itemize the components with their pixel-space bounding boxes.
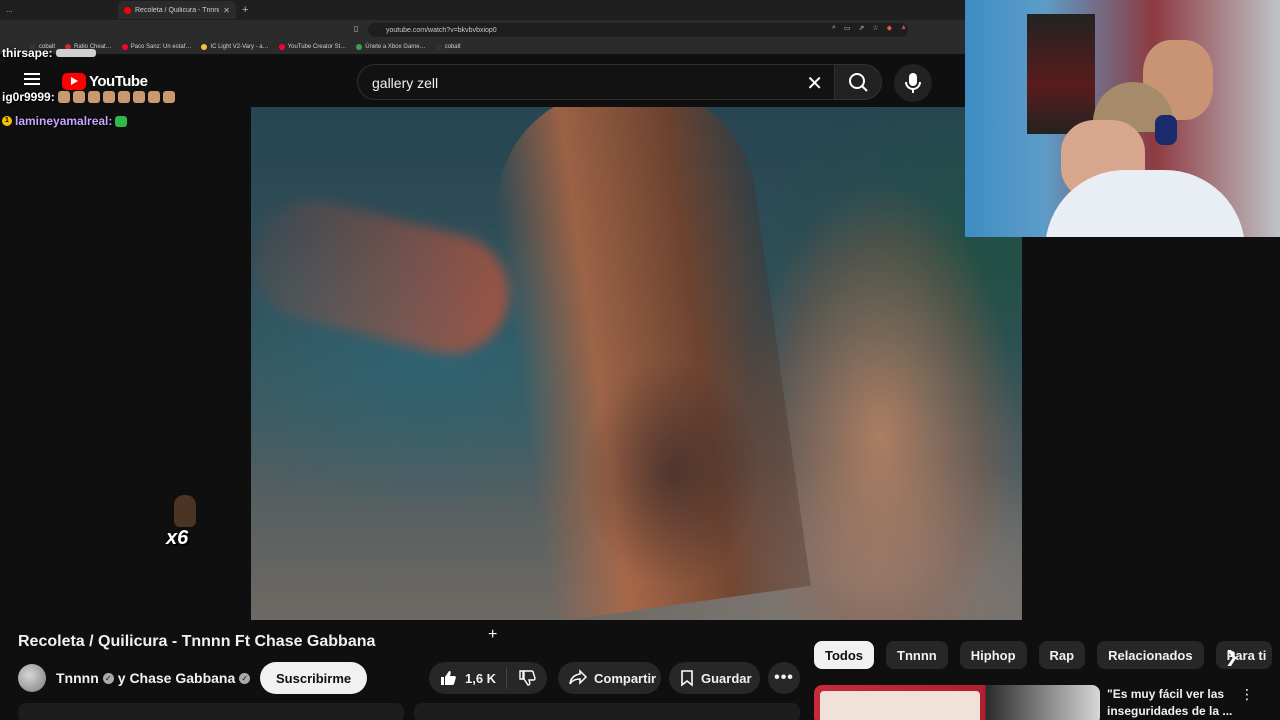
bookmark-save-icon: [681, 670, 693, 687]
screen: … Recoleta / Quilicura - Tnnnn ✕ + ▯ you…: [0, 0, 1280, 720]
channel-name-group[interactable]: Tnnnn ✓ y Chase Gabbana ✓: [56, 670, 251, 686]
chat-emote-icon: [102, 91, 115, 103]
cast-icon[interactable]: ▭: [844, 24, 851, 32]
streamer-webcam: [965, 0, 1280, 237]
share-arrow-icon: [569, 669, 588, 685]
bookmark-item[interactable]: cobalt: [435, 43, 461, 50]
thumbs-up-icon: [441, 671, 456, 685]
video-frame-hand: [251, 187, 522, 367]
like-button[interactable]: 1,6 K: [429, 667, 507, 689]
comments-panel[interactable]: [414, 703, 800, 720]
emote-combo-count: x6: [166, 527, 189, 549]
wall-poster: [1027, 14, 1095, 134]
recommendation-chips: Todos Tnnnn Hiphop Rap Relacionados Para ti: [814, 641, 1272, 669]
bookmark-label: YouTube Creator St…: [287, 43, 347, 50]
bookmark-label: Únete a Xbox Game…: [365, 43, 426, 50]
chat-username: lamineyamalreal:: [15, 114, 113, 128]
star-icon[interactable]: ☆: [872, 24, 878, 32]
chat-emote-icon: [72, 91, 85, 103]
bookmark-item[interactable]: YouTube Creator St…: [278, 43, 347, 50]
vertical-dots-icon[interactable]: ⋮: [1240, 686, 1254, 703]
below-panels: [18, 703, 800, 720]
address-tools: ⌕ ▭ ⇗ ☆ ◆ ▲: [832, 24, 907, 32]
verified-icon: ✓: [102, 672, 114, 684]
chat-emote-icon: [57, 91, 70, 103]
bookmark-item[interactable]: Únete a Xbox Game…: [356, 43, 426, 50]
search-box[interactable]: gallery zell ✕: [357, 64, 835, 100]
chat-emote-icon: [147, 91, 160, 103]
like-count: 1,6 K: [465, 670, 497, 686]
chat-message: thirsape:: [2, 46, 96, 60]
emote-combo: x6: [160, 495, 204, 555]
sub-badge-icon: 1: [2, 116, 12, 126]
recommended-title[interactable]: "Es muy fácil ver las inseguridades de l…: [1107, 686, 1237, 720]
extension-icon[interactable]: ◆: [887, 24, 892, 32]
more-actions-button[interactable]: •••: [768, 662, 800, 694]
thumbnail-art: [820, 691, 980, 720]
subscribe-button[interactable]: Suscribirme: [260, 662, 368, 694]
chat-message: 1 lamineyamalreal:: [2, 114, 128, 128]
thumbs-down-icon: [519, 670, 536, 686]
channel-join[interactable]: y Chase Gabbana: [118, 670, 236, 686]
chat-emote-icon: [162, 91, 175, 103]
chip-tnnnn[interactable]: Tnnnn: [886, 641, 948, 669]
save-button[interactable]: Guardar: [669, 662, 760, 694]
chat-username: thirsape:: [2, 46, 53, 60]
more-icon: •••: [774, 669, 794, 686]
share-button[interactable]: Compartir: [558, 662, 661, 694]
verified-icon: ✓: [239, 672, 251, 684]
chat-emote-icon: [132, 91, 145, 103]
channel-name[interactable]: Tnnnn: [56, 670, 99, 686]
clear-search-icon[interactable]: ✕: [806, 71, 823, 96]
chat-username: ig0r9999:: [2, 90, 55, 104]
microphone-icon: [905, 73, 921, 93]
channel-avatar[interactable]: [18, 664, 46, 692]
chat-emote-icon: [115, 115, 128, 127]
like-dislike-group: 1,6 K: [429, 662, 547, 694]
share-icon[interactable]: ⇗: [859, 24, 865, 32]
url-text: youtube.com/watch?v=bkvbvbxiop0: [386, 26, 497, 34]
bookmark-label: cobalt: [444, 43, 461, 50]
search-input[interactable]: gallery zell: [372, 75, 438, 91]
chip-todos[interactable]: Todos: [814, 641, 875, 669]
url-field[interactable]: youtube.com/watch?v=bkvbvbxiop0: [368, 23, 908, 37]
chat-emote-icon: [117, 91, 130, 103]
headset-icon: [1155, 115, 1177, 145]
video-player[interactable]: [251, 107, 1022, 620]
recommended-thumbnail[interactable]: [814, 685, 1100, 720]
emote-face-icon: [174, 495, 196, 527]
zoom-icon[interactable]: ⌕: [832, 24, 836, 32]
chat-emote-icon: [87, 91, 100, 103]
bookmark-favicon-icon: [356, 43, 363, 50]
stream-chat-overlay: thirsape: ig0r9999: 1 lamineyamalreal:: [0, 0, 240, 140]
video-title: Recoleta / Quilicura - Tnnnn Ft Chase Ga…: [18, 633, 376, 650]
alert-icon[interactable]: ▲: [900, 24, 907, 32]
video-frame-tattoo: [581, 357, 761, 587]
bookmark-icon[interactable]: ▯: [354, 24, 358, 33]
search-icon: [849, 73, 868, 92]
description-panel[interactable]: [18, 703, 404, 720]
search-button[interactable]: [834, 64, 882, 100]
cursor-crosshair-icon: +: [488, 626, 498, 643]
chat-emote-icon: [55, 49, 96, 57]
chip-rap[interactable]: Rap: [1038, 641, 1086, 669]
share-label: Compartir: [594, 670, 657, 686]
chip-para-ti[interactable]: Para ti: [1215, 641, 1272, 669]
save-label: Guardar: [701, 670, 752, 686]
bookmark-favicon-icon: [278, 43, 285, 50]
bookmark-favicon-icon: [435, 43, 442, 50]
chevron-right-icon[interactable]: ❯: [1225, 647, 1238, 667]
chip-hiphop[interactable]: Hiphop: [959, 641, 1027, 669]
dislike-button[interactable]: [507, 669, 547, 687]
chip-relacionados[interactable]: Relacionados: [1097, 641, 1204, 669]
chat-message: ig0r9999:: [2, 90, 175, 104]
voice-search-button[interactable]: [894, 64, 932, 102]
video-owner: Tnnnn ✓ y Chase Gabbana ✓: [18, 662, 251, 694]
